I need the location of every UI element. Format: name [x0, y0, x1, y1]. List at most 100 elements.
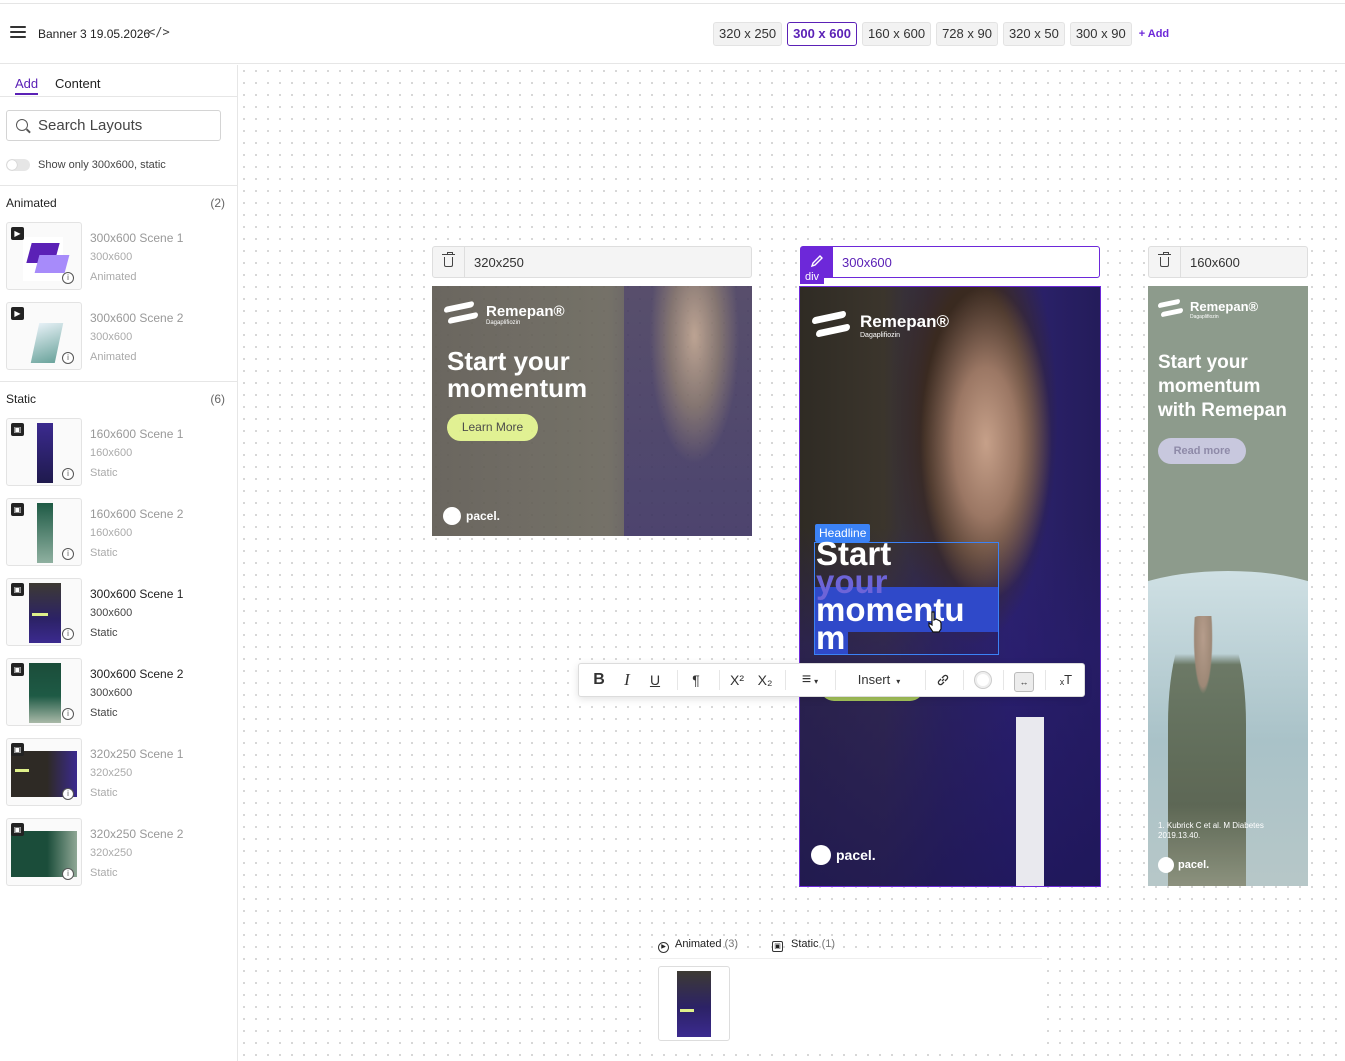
headline-line: Start your: [447, 346, 570, 376]
layout-item-static-5[interactable]: ▣ i 320x250 Scene 1 320x250 Static: [6, 738, 231, 806]
frame-label: 160x600: [1190, 255, 1240, 270]
search-input[interactable]: [38, 117, 213, 134]
tray-tab-count: (1): [821, 938, 836, 950]
add-size-button[interactable]: + Add: [1139, 22, 1169, 46]
link-button[interactable]: [931, 664, 955, 696]
layout-name: 160x600 Scene 2: [90, 507, 184, 521]
scene-preview: [677, 971, 711, 1037]
static-badge-icon: ▣: [11, 503, 24, 516]
layout-item-static-1[interactable]: ▣ i 160x600 Scene 1 160x600 Static: [6, 418, 231, 486]
tab-add[interactable]: Add: [15, 76, 39, 95]
banner-headline[interactable]: Start your momentu m: [816, 537, 965, 654]
italic-button[interactable]: I: [615, 664, 639, 696]
color-picker-button[interactable]: [971, 664, 995, 696]
layout-name: 300x600 Scene 1: [90, 587, 184, 601]
toggle-label: Show only 300x600, static: [38, 159, 166, 171]
layout-kind: Static: [90, 547, 118, 559]
info-icon[interactable]: i: [62, 628, 74, 640]
size-320x250-button[interactable]: 320 x 250: [713, 22, 783, 46]
info-icon[interactable]: i: [62, 468, 74, 480]
banner-300x600[interactable]: Remepan® Dagaplifiozin Headline Start yo…: [799, 286, 1101, 887]
toolbar-divider: [719, 670, 720, 690]
layout-item-static-4[interactable]: ▣ i 300x600 Scene 2 300x600 Static: [6, 658, 231, 726]
tab-animated-scenes[interactable]: ▶ Animated (3): [658, 931, 738, 957]
delete-frame-button[interactable]: [1149, 247, 1181, 277]
layout-kind: Animated: [90, 351, 137, 363]
clear-format-button[interactable]: ₓT: [1053, 664, 1079, 696]
size-728x90-button[interactable]: 728 x 90: [936, 22, 998, 46]
scene-thumbnail[interactable]: [658, 966, 730, 1041]
toolbar-divider: [835, 670, 836, 690]
layout-item-static-6[interactable]: ▣ i 320x250 Scene 2 320x250 Static: [6, 818, 231, 886]
toolbar-divider: [925, 670, 926, 690]
size-300x600-button[interactable]: 300 x 600: [787, 22, 857, 46]
layout-kind: Static: [90, 467, 118, 479]
layout-name: 320x250 Scene 1: [90, 747, 184, 761]
tab-static-scenes[interactable]: ▣ Static (1): [772, 931, 835, 957]
insert-dropdown[interactable]: Insert ▾: [845, 664, 913, 696]
brand-wave-icon: [444, 300, 478, 328]
section-count-animated: (2): [210, 196, 225, 210]
code-icon[interactable]: </>: [148, 25, 170, 39]
toolbar-divider: [785, 670, 786, 690]
scene-preview-cta: [680, 1009, 694, 1012]
info-icon[interactable]: i: [62, 272, 74, 284]
layout-name: 300x600 Scene 2: [90, 311, 184, 325]
size-300x90-button[interactable]: 300 x 90: [1069, 22, 1132, 46]
size-320x50-button[interactable]: 320 x 50: [1002, 22, 1065, 46]
superscript-button[interactable]: X²: [725, 664, 749, 696]
bold-button[interactable]: B: [587, 664, 611, 696]
divider: [0, 381, 237, 382]
info-icon[interactable]: i: [62, 708, 74, 720]
layout-kind: Static: [90, 627, 118, 639]
show-only-toggle[interactable]: [6, 159, 30, 171]
layout-name: 300x600 Scene 2: [90, 667, 184, 681]
banner-320x250[interactable]: Remepan® Dagaplifiozin Start your moment…: [432, 286, 752, 536]
brand-logo: Remepan® Dagaplifiozin: [812, 309, 949, 341]
layouts-sidebar: Add Content Show only 300x600, static An…: [0, 65, 238, 1061]
banner-160x600[interactable]: Remepan® Dagaplifiozin Start your moment…: [1148, 286, 1308, 886]
layout-dims: 300x600: [90, 687, 133, 699]
frame-bar-160x600: 160x600: [1148, 246, 1308, 278]
frame-label: 320x250: [474, 255, 524, 270]
document-title[interactable]: Banner 3 19.05.2026: [38, 27, 150, 41]
brand-logo: Remepan® Dagaplifiozin: [444, 300, 565, 328]
align-dropdown[interactable]: ≡ ▾: [792, 664, 828, 696]
clear-format-icon: ₓT: [1059, 672, 1073, 687]
tab-content[interactable]: Content: [55, 76, 101, 91]
info-icon[interactable]: i: [62, 788, 74, 800]
size-160x600-button[interactable]: 160 x 600: [861, 22, 932, 46]
layout-item-animated-1[interactable]: ▶ i 300x600 Scene 1 300x600 Animated: [6, 222, 231, 290]
layout-item-animated-2[interactable]: ▶ i 300x600 Scene 2 300x600 Animated: [6, 302, 231, 370]
info-icon[interactable]: i: [62, 548, 74, 560]
cta-button[interactable]: Read more: [1158, 438, 1246, 464]
brand-name: Remepan®: [860, 311, 950, 331]
plus-icon: [811, 845, 831, 865]
layout-dims: 320x250: [90, 767, 133, 779]
paragraph-direction-button[interactable]: ¶: [683, 664, 709, 696]
menu-icon[interactable]: [10, 26, 26, 40]
footer-brand: pacel.: [1178, 859, 1210, 871]
scene-tray: ▶ Animated (3) ▣ Static (1): [650, 931, 1042, 1049]
search-box: [6, 110, 221, 141]
delete-frame-button[interactable]: [433, 247, 465, 277]
fit-text-button[interactable]: ↔: [1011, 664, 1037, 696]
divider: [0, 185, 237, 186]
footer-brand: pacel.: [466, 509, 501, 523]
insert-label: Insert: [857, 672, 891, 687]
toolbar-divider: [963, 670, 964, 690]
brand-name: Remepan®: [486, 302, 565, 320]
layout-kind: Animated: [90, 271, 137, 283]
info-icon[interactable]: i: [62, 868, 74, 880]
frame-bar-320x250: 320x250: [432, 246, 752, 278]
subscript-button[interactable]: X₂: [753, 664, 777, 696]
animated-badge-icon: ▶: [11, 227, 24, 240]
info-icon[interactable]: i: [62, 352, 74, 364]
brand-logo: Remepan® Dagaplifiozin: [1158, 298, 1258, 320]
brand-name: Remepan®: [1190, 298, 1259, 314]
cta-button[interactable]: Learn More: [447, 414, 538, 441]
layout-item-static-3[interactable]: ▣ i 300x600 Scene 1 300x600 Static: [6, 578, 231, 646]
underline-button[interactable]: U: [643, 664, 667, 696]
layout-item-static-2[interactable]: ▣ i 160x600 Scene 2 160x600 Static: [6, 498, 231, 566]
top-bar: Banner 3 19.05.2026 </> 320 x 250 300 x …: [0, 5, 1345, 64]
